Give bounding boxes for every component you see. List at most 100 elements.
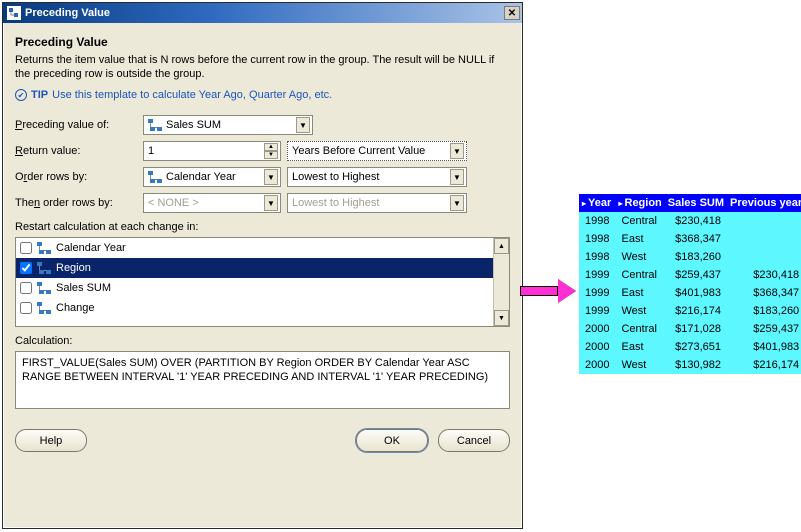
table-cell: Central [615, 320, 664, 338]
table-header[interactable]: Sales SUM [665, 194, 727, 212]
restart-item[interactable]: Calendar Year [16, 238, 509, 258]
titlebar[interactable]: Preceding Value ✕ [3, 3, 522, 23]
table-header[interactable]: ▸Region [615, 194, 664, 212]
label-restart: Restart calculation at each change in: [15, 221, 510, 233]
chevron-down-icon[interactable]: ▼ [450, 169, 464, 185]
table-cell [727, 248, 801, 266]
table-cell: $230,418 [665, 212, 727, 230]
result-table: ▸Year▸RegionSales SUMPrevious year 1998C… [579, 194, 801, 374]
label-preceding-of: Preceding value of: [15, 119, 143, 131]
table-cell: 2000 [579, 320, 615, 338]
table-cell: $259,437 [727, 320, 801, 338]
table-cell: $171,028 [665, 320, 727, 338]
table-cell: $216,174 [665, 302, 727, 320]
calculation-box[interactable]: FIRST_VALUE(Sales SUM) OVER (PARTITION B… [15, 351, 510, 409]
table-row: 1999East$401,983$368,347 [579, 284, 801, 302]
return-value-spinner[interactable]: 1 ▲ ▼ [143, 141, 281, 161]
table-row: 2000East$273,651$401,983 [579, 338, 801, 356]
table-cell: $183,260 [665, 248, 727, 266]
table-header[interactable]: ▸Year [579, 194, 615, 212]
dialog-heading: Preceding Value [15, 35, 510, 49]
spinner-up-icon[interactable]: ▲ [264, 143, 278, 151]
return-unit-combo[interactable]: Years Before Current Value ▼ [287, 141, 467, 161]
table-cell: $273,651 [665, 338, 727, 356]
then-order-value: < NONE > [148, 197, 199, 209]
restart-item[interactable]: Sales SUM [16, 278, 509, 298]
table-cell: $259,437 [665, 266, 727, 284]
table-header[interactable]: Previous year [727, 194, 801, 212]
table-cell: $401,983 [665, 284, 727, 302]
table-cell: 1998 [579, 248, 615, 266]
table-cell: 2000 [579, 338, 615, 356]
table-cell: 1999 [579, 302, 615, 320]
window-title: Preceding Value [25, 7, 110, 19]
restart-item-checkbox[interactable] [20, 302, 32, 314]
app-icon [7, 6, 21, 20]
restart-item-checkbox[interactable] [20, 282, 32, 294]
scroll-down-icon[interactable]: ▼ [494, 310, 509, 326]
close-button[interactable]: ✕ [504, 6, 520, 20]
restart-item-label: Region [56, 262, 91, 274]
table-row: 1998Central$230,418 [579, 212, 801, 230]
table-cell: 1998 [579, 212, 615, 230]
order-rows-combo[interactable]: Calendar Year ▼ [143, 167, 281, 187]
table-cell: East [615, 338, 664, 356]
scrollbar[interactable]: ▲ ▼ [493, 238, 509, 326]
table-cell: Central [615, 266, 664, 284]
table-cell: 1998 [579, 230, 615, 248]
preceding-value-dialog: Preceding Value ✕ Preceding Value Return… [2, 2, 523, 529]
hierarchy-icon [148, 171, 162, 183]
label-calculation: Calculation: [15, 335, 510, 347]
order-dir2-value: Lowest to Highest [292, 197, 379, 209]
spinner-down-icon[interactable]: ▼ [264, 151, 278, 159]
hierarchy-icon [148, 119, 162, 131]
table-cell: West [615, 248, 664, 266]
tip-line: ✔ TIP Use this template to calculate Yea… [15, 89, 510, 101]
table-cell [727, 212, 801, 230]
table-cell: 1999 [579, 284, 615, 302]
chevron-down-icon[interactable]: ▼ [264, 169, 278, 185]
dialog-description: Returns the item value that is N rows be… [15, 53, 510, 81]
help-button[interactable]: Help [15, 429, 87, 452]
chevron-down-icon[interactable]: ▼ [450, 195, 464, 211]
table-row: 2000Central$171,028$259,437 [579, 320, 801, 338]
sort-icon: ▸ [582, 199, 586, 208]
preceding-of-combo[interactable]: Sales SUM ▼ [143, 115, 313, 135]
restart-item-label: Sales SUM [56, 282, 111, 294]
tip-text: Use this template to calculate Year Ago,… [52, 89, 332, 101]
restart-item[interactable]: Region [16, 258, 509, 278]
ok-button[interactable]: OK [356, 429, 428, 452]
pointer-arrow-icon [520, 279, 580, 303]
table-cell [727, 230, 801, 248]
sort-icon: ▸ [618, 199, 622, 208]
table-cell: East [615, 284, 664, 302]
table-row: 1998West$183,260 [579, 248, 801, 266]
table-row: 2000West$130,982$216,174 [579, 356, 801, 374]
table-cell: $368,347 [665, 230, 727, 248]
then-order-combo[interactable]: < NONE > ▼ [143, 193, 281, 213]
chevron-down-icon[interactable]: ▼ [296, 117, 310, 133]
table-cell: 1999 [579, 266, 615, 284]
scroll-up-icon[interactable]: ▲ [494, 238, 509, 254]
table-cell: $368,347 [727, 284, 801, 302]
table-row: 1999Central$259,437$230,418 [579, 266, 801, 284]
table-cell: $183,260 [727, 302, 801, 320]
table-cell: $401,983 [727, 338, 801, 356]
label-return-value: Return value: [15, 145, 143, 157]
tip-check-icon: ✔ [15, 89, 27, 101]
restart-item-checkbox[interactable] [20, 242, 32, 254]
hierarchy-icon [37, 282, 51, 294]
order-dir1-combo[interactable]: Lowest to Highest ▼ [287, 167, 467, 187]
preceding-of-value: Sales SUM [166, 119, 221, 131]
restart-listbox[interactable]: Calendar Year Region Sales SUM Change ▲ ▼ [15, 237, 510, 327]
order-dir2-combo[interactable]: Lowest to Highest ▼ [287, 193, 467, 213]
restart-item-checkbox[interactable] [20, 262, 32, 274]
cancel-button[interactable]: Cancel [438, 429, 510, 452]
table-cell: West [615, 302, 664, 320]
chevron-down-icon[interactable]: ▼ [450, 143, 464, 159]
restart-item[interactable]: Change [16, 298, 509, 318]
label-then-order: Then order rows by: [15, 197, 143, 209]
hierarchy-icon [37, 242, 51, 254]
table-cell: $130,982 [665, 356, 727, 374]
chevron-down-icon[interactable]: ▼ [264, 195, 278, 211]
